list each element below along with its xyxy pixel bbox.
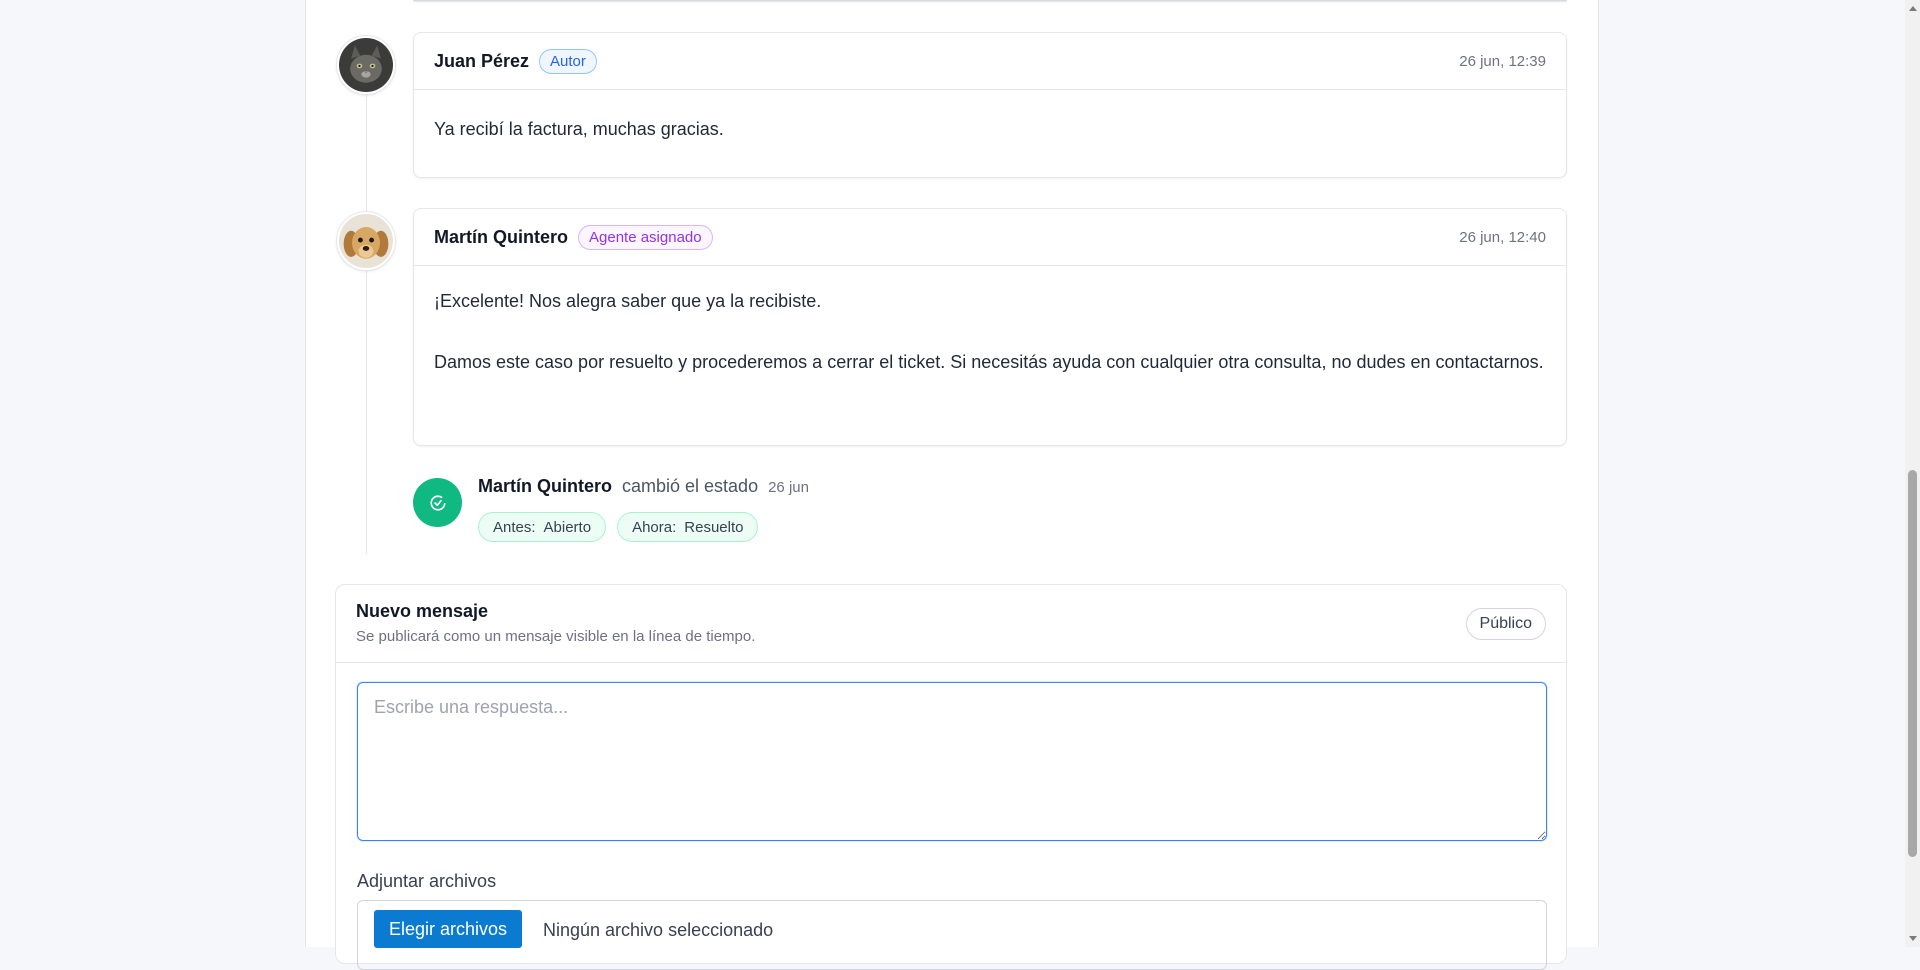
page-scrollbar[interactable] bbox=[1905, 0, 1920, 947]
choose-files-button[interactable]: Elegir archivos bbox=[374, 910, 523, 948]
file-input[interactable]: Elegir archivos Ningún archivo seleccion… bbox=[357, 900, 1547, 970]
composer-header: Nuevo mensaje Se publicará como un mensa… bbox=[336, 585, 1566, 663]
scroll-up-arrow-icon[interactable] bbox=[1909, 6, 1917, 11]
chip-label: Antes: bbox=[493, 518, 536, 536]
message-paragraph: ¡Excelente! Nos alegra saber que ya la r… bbox=[434, 291, 822, 311]
new-message-panel: Nuevo mensaje Se publicará como un mensa… bbox=[335, 584, 1567, 970]
check-circle-icon bbox=[429, 494, 446, 511]
event-actor: Martín Quintero bbox=[478, 476, 612, 496]
message-paragraph: Ya recibí la factura, muchas gracias. bbox=[434, 119, 724, 139]
reply-textarea[interactable] bbox=[357, 682, 1547, 841]
message-body: Ya recibí la factura, muchas gracias. bbox=[414, 90, 1566, 168]
event-action: cambió el estado bbox=[622, 476, 759, 496]
message-header: Martín Quintero Agente asignado 26 jun, … bbox=[414, 209, 1566, 266]
status-event: Martín Quintero cambió el estado 26 jun bbox=[478, 476, 809, 497]
attach-files-label: Adjuntar archivos bbox=[357, 871, 497, 891]
status-after-chip: Ahora: Resuelto bbox=[617, 512, 759, 542]
message-time: 26 jun, 12:39 bbox=[1459, 52, 1546, 70]
chip-label: Ahora: bbox=[632, 518, 677, 536]
message-time: 26 jun, 12:40 bbox=[1459, 228, 1546, 246]
message-body: ¡Excelente! Nos alegra saber que ya la r… bbox=[414, 266, 1566, 401]
timeline-line bbox=[366, 56, 367, 554]
composer-subtitle: Se publicará como un mensaje visible en … bbox=[356, 628, 756, 645]
composer-title: Nuevo mensaje bbox=[356, 601, 489, 621]
avatar-juan bbox=[337, 36, 395, 94]
chip-value: Abierto bbox=[543, 518, 592, 536]
event-date: 26 jun bbox=[768, 479, 809, 496]
agent-badge: Agente asignado bbox=[578, 224, 713, 250]
message-author: Martín Quintero bbox=[434, 226, 568, 247]
previous-card-edge bbox=[413, 0, 1567, 3]
visibility-toggle-button[interactable]: Público bbox=[1465, 608, 1546, 640]
cat-avatar-icon bbox=[339, 38, 393, 92]
message-author: Juan Pérez bbox=[434, 50, 530, 71]
scroll-down-arrow-icon[interactable] bbox=[1909, 936, 1917, 941]
status-chips: Antes: Abierto Ahora: Resuelto bbox=[478, 512, 759, 542]
message-paragraph: Damos este caso por resuelto y procedere… bbox=[434, 352, 1544, 372]
scrollbar-thumb[interactable] bbox=[1908, 470, 1917, 857]
status-before-chip: Antes: Abierto bbox=[478, 512, 607, 542]
chip-value: Resuelto bbox=[684, 518, 744, 536]
file-status-text: Ningún archivo seleccionado bbox=[543, 920, 774, 940]
status-change-icon bbox=[413, 478, 462, 527]
dog-avatar-icon bbox=[339, 214, 393, 268]
author-badge: Autor bbox=[539, 48, 597, 74]
avatar-martin bbox=[337, 212, 395, 270]
message-card-martin: Martín Quintero Agente asignado 26 jun, … bbox=[413, 208, 1567, 446]
message-card-juan: Juan Pérez Autor 26 jun, 12:39 Ya recibí… bbox=[413, 32, 1567, 178]
message-header: Juan Pérez Autor 26 jun, 12:39 bbox=[414, 33, 1566, 90]
